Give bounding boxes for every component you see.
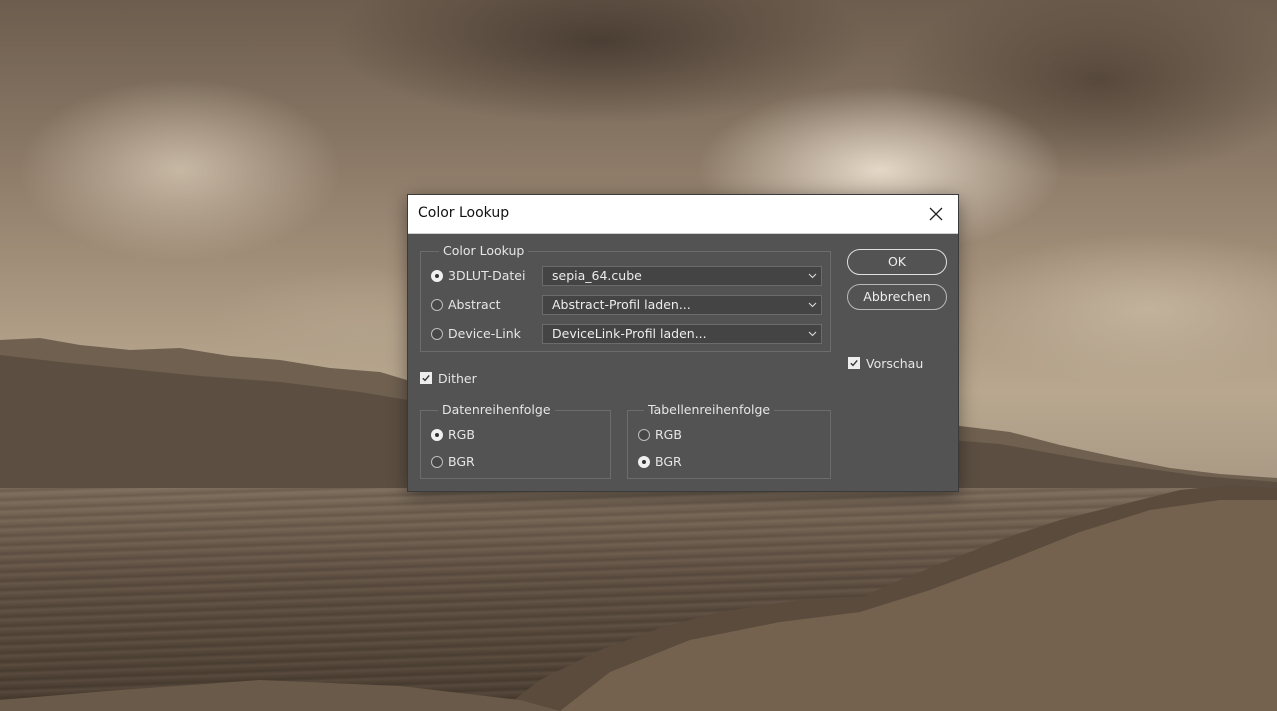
- table-order-group: Tabellenreihenfolge RGB BGR: [627, 403, 831, 479]
- data-order-legend: Datenreihenfolge: [438, 403, 555, 417]
- color-lookup-legend: Color Lookup: [439, 244, 529, 258]
- preview-label: Vorschau: [866, 356, 924, 371]
- data-order-bgr-label: BGR: [448, 454, 475, 469]
- 3dlut-file-value: sepia_64.cube: [552, 268, 642, 283]
- dialog-titlebar: Color Lookup: [408, 195, 958, 234]
- close-icon: [929, 207, 943, 221]
- data-order-rgb-radio[interactable]: [431, 429, 443, 441]
- chevron-down-icon: [808, 302, 817, 308]
- dither-checkbox[interactable]: [420, 372, 432, 384]
- table-order-bgr-label: BGR: [655, 454, 682, 469]
- table-order-bgr-radio[interactable]: [638, 456, 650, 468]
- abstract-profile-value: Abstract-Profil laden...: [552, 297, 691, 312]
- color-lookup-dialog: Color Lookup Color Lookup 3DLUT-Datei se…: [408, 195, 958, 491]
- ok-button[interactable]: OK: [847, 249, 947, 275]
- dither-label: Dither: [438, 371, 477, 386]
- checkmark-icon: [422, 374, 430, 382]
- radio-abstract-label: Abstract: [448, 297, 501, 312]
- close-button[interactable]: [914, 195, 958, 233]
- 3dlut-file-select[interactable]: sepia_64.cube: [542, 266, 822, 286]
- preview-checkbox[interactable]: [848, 357, 860, 369]
- table-order-legend: Tabellenreihenfolge: [644, 403, 775, 417]
- checkmark-icon: [850, 359, 858, 367]
- radio-device-link-label: Device-Link: [448, 326, 521, 341]
- devicelink-profile-select[interactable]: DeviceLink-Profil laden...: [542, 324, 822, 344]
- data-order-group: Datenreihenfolge RGB BGR: [420, 403, 611, 479]
- chevron-down-icon: [808, 331, 817, 337]
- radio-3dlut[interactable]: [431, 270, 443, 282]
- radio-abstract[interactable]: [431, 299, 443, 311]
- table-order-rgb-label: RGB: [655, 427, 682, 442]
- devicelink-profile-value: DeviceLink-Profil laden...: [552, 326, 707, 341]
- abstract-profile-select[interactable]: Abstract-Profil laden...: [542, 295, 822, 315]
- chevron-down-icon: [808, 273, 817, 279]
- data-order-bgr-radio[interactable]: [431, 456, 443, 468]
- dialog-title: Color Lookup: [418, 205, 510, 221]
- radio-device-link[interactable]: [431, 328, 443, 340]
- data-order-rgb-label: RGB: [448, 427, 475, 442]
- color-lookup-group: Color Lookup 3DLUT-Datei sepia_64.cube A…: [420, 244, 831, 352]
- cancel-button[interactable]: Abbrechen: [847, 284, 947, 310]
- table-order-rgb-radio[interactable]: [638, 429, 650, 441]
- radio-3dlut-label: 3DLUT-Datei: [448, 268, 526, 283]
